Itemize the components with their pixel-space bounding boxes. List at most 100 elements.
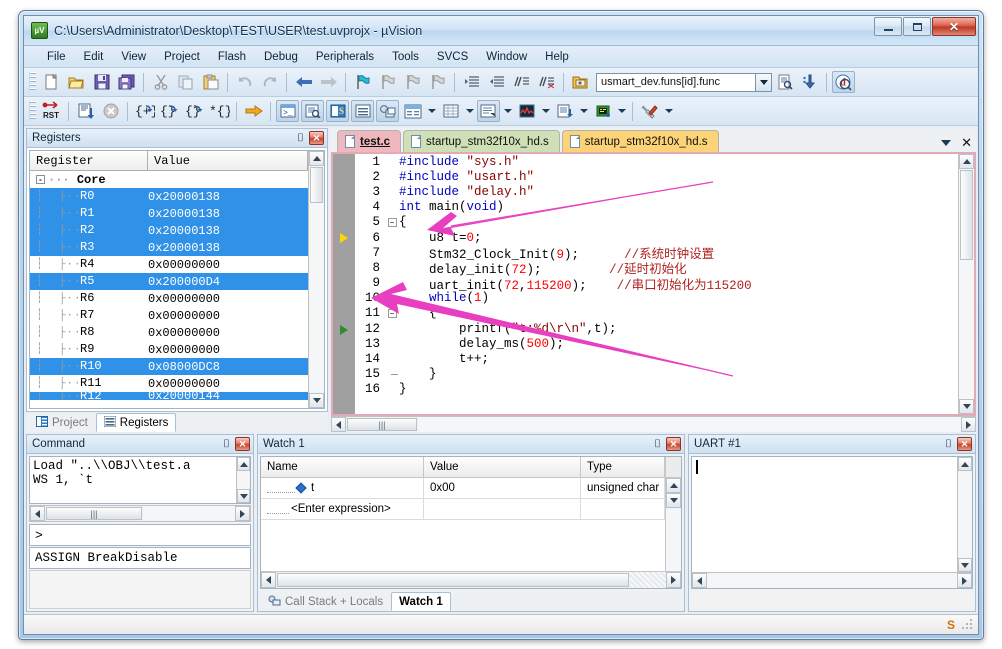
outdent-icon[interactable] (485, 71, 508, 93)
code-area[interactable]: 1 #include "sys.h" 2 #include "usart.h" 3 #… (355, 154, 958, 414)
pin-icon[interactable]: ⌷ (651, 437, 664, 452)
step-into-icon[interactable]: {+} (133, 100, 156, 122)
menu-peripherals[interactable]: Peripherals (307, 48, 383, 66)
fold-toggle[interactable]: − (385, 308, 399, 318)
register-row-r0[interactable]: ┆ ├···R0 0x20000138 (30, 188, 308, 205)
editor-tab-test-c[interactable]: test.c (337, 130, 402, 152)
registers-group-core[interactable]: - ··· Core (30, 171, 308, 188)
analysis-window-icon[interactable] (515, 100, 538, 122)
registers-list[interactable]: Register Value - ··· Core ┆ ├···R0 0x20000… (30, 151, 308, 408)
register-row-r9[interactable]: ┆ ├···R9 0x00000000 (30, 341, 308, 358)
column-header-value[interactable]: Value (424, 457, 581, 477)
pin-icon[interactable]: ⌷ (942, 437, 955, 452)
close-icon[interactable]: ✕ (666, 437, 681, 451)
scroll-up-icon[interactable] (237, 457, 250, 471)
step-over-icon[interactable]: {} (158, 100, 181, 122)
pin-icon[interactable]: ⌷ (220, 437, 233, 452)
bookmark-prev-icon[interactable] (376, 71, 399, 93)
watch-row-value[interactable]: 0x00 (424, 478, 581, 498)
run-to-cursor-icon[interactable]: *{} (208, 100, 231, 122)
register-row-r6[interactable]: ┆ ├···R6 0x00000000 (30, 290, 308, 307)
column-header-value[interactable]: Value (148, 151, 308, 170)
register-row-r5[interactable]: ┆ ├···R5 0x200000D4 (30, 273, 308, 290)
serial-window-dropdown-icon[interactable] (501, 100, 514, 122)
stop-icon[interactable] (99, 100, 122, 122)
insert-icon[interactable] (798, 71, 821, 93)
uart-console[interactable] (691, 456, 973, 589)
comment-icon[interactable] (510, 71, 533, 93)
close-button[interactable]: ✕ (932, 17, 976, 36)
command-window-icon[interactable]: >_ (276, 100, 299, 122)
copy-icon[interactable] (174, 71, 197, 93)
uart-content[interactable] (692, 457, 957, 572)
column-header-register[interactable]: Register (30, 151, 148, 170)
system-viewer-dropdown-icon[interactable] (615, 100, 628, 122)
step-out-icon[interactable]: {} (183, 100, 206, 122)
register-row-r4[interactable]: ┆ ├···R4 0x00000000 (30, 256, 308, 273)
toolbox-dropdown-icon[interactable] (662, 100, 675, 122)
watch-vertical-scrollbar[interactable] (665, 457, 681, 571)
bookmark-clear-icon[interactable] (426, 71, 449, 93)
scroll-right-icon[interactable] (961, 417, 976, 432)
scroll-thumb[interactable]: ||| (347, 418, 417, 431)
memory-window-icon[interactable] (439, 100, 462, 122)
scroll-thumb[interactable] (277, 573, 629, 587)
register-row-r3[interactable]: ┆ ├···R3 0x20000138 (30, 239, 308, 256)
scroll-right-icon[interactable] (235, 506, 250, 521)
scroll-down-icon[interactable] (959, 399, 974, 414)
navigate-forward-icon[interactable] (317, 71, 340, 93)
open-file-icon[interactable] (65, 71, 88, 93)
chevron-down-icon[interactable] (941, 139, 952, 146)
trace-window-icon[interactable] (553, 100, 576, 122)
undo-icon[interactable] (233, 71, 256, 93)
function-combo-dropdown-icon[interactable] (756, 72, 772, 92)
show-next-statement-icon[interactable] (242, 100, 265, 122)
scroll-track[interactable] (958, 471, 972, 558)
dock-tab-watch-1[interactable]: Watch 1 (391, 592, 451, 611)
register-row-r1[interactable]: ┆ ├···R1 0x20000138 (30, 205, 308, 222)
menu-edit[interactable]: Edit (75, 48, 113, 66)
scroll-track[interactable] (237, 471, 250, 489)
register-row-r8[interactable]: ┆ ├···R8 0x00000000 (30, 324, 308, 341)
register-row-r11[interactable]: ┆ ├···R11 0x00000000 (30, 375, 308, 392)
toolbar-grip[interactable] (29, 72, 36, 92)
menu-help[interactable]: Help (536, 48, 578, 66)
minimize-button[interactable] (874, 17, 902, 36)
save-icon[interactable] (90, 71, 113, 93)
symbols-window-icon[interactable]: S (326, 100, 349, 122)
command-output[interactable]: Load "..\\OBJ\\test.a WS 1, `t (29, 456, 251, 504)
scroll-down-icon[interactable] (958, 558, 972, 572)
register-row-r7[interactable]: ┆ ├···R7 0x00000000 (30, 307, 308, 324)
menu-window[interactable]: Window (477, 48, 536, 66)
memory-window-dropdown-icon[interactable] (463, 100, 476, 122)
registers-window-icon[interactable] (351, 100, 374, 122)
resize-grip[interactable] (961, 618, 974, 631)
register-row-r12[interactable]: ┆ ├···R12 0x20000144 (30, 392, 308, 400)
paste-icon[interactable] (199, 71, 222, 93)
cut-icon[interactable] (149, 71, 172, 93)
uncomment-icon[interactable] (535, 71, 558, 93)
close-icon[interactable]: ✕ (235, 437, 250, 451)
scroll-thumb[interactable] (960, 170, 973, 260)
dock-tab-call-stack-locals[interactable]: Call Stack + Locals (260, 592, 391, 611)
close-icon[interactable]: ✕ (309, 131, 324, 145)
watch-window-dropdown-icon[interactable] (425, 100, 438, 122)
menu-view[interactable]: View (112, 48, 155, 66)
column-header-name[interactable]: Name (261, 457, 424, 477)
scroll-track[interactable] (666, 508, 681, 571)
scroll-right-icon[interactable] (666, 572, 681, 588)
dock-tab-project[interactable]: Project (28, 413, 96, 432)
editor-breakpoint-margin[interactable] (333, 154, 355, 414)
editor-vertical-scrollbar[interactable] (958, 154, 974, 414)
indent-icon[interactable] (460, 71, 483, 93)
function-combo-value[interactable]: usmart_dev.funs[id].func (596, 72, 756, 92)
reset-cpu-icon[interactable]: RST (40, 100, 63, 122)
uart-vertical-scrollbar[interactable] (957, 457, 972, 572)
editor-tab-startup-1[interactable]: startup_stm32f10x_hd.s (403, 130, 560, 152)
call-stack-window-icon[interactable] (376, 100, 399, 122)
menu-tools[interactable]: Tools (383, 48, 428, 66)
scroll-down-icon[interactable] (309, 393, 324, 408)
scroll-up-icon[interactable] (959, 154, 974, 169)
menu-file[interactable]: File (38, 48, 75, 66)
scroll-right-icon[interactable] (957, 573, 972, 588)
